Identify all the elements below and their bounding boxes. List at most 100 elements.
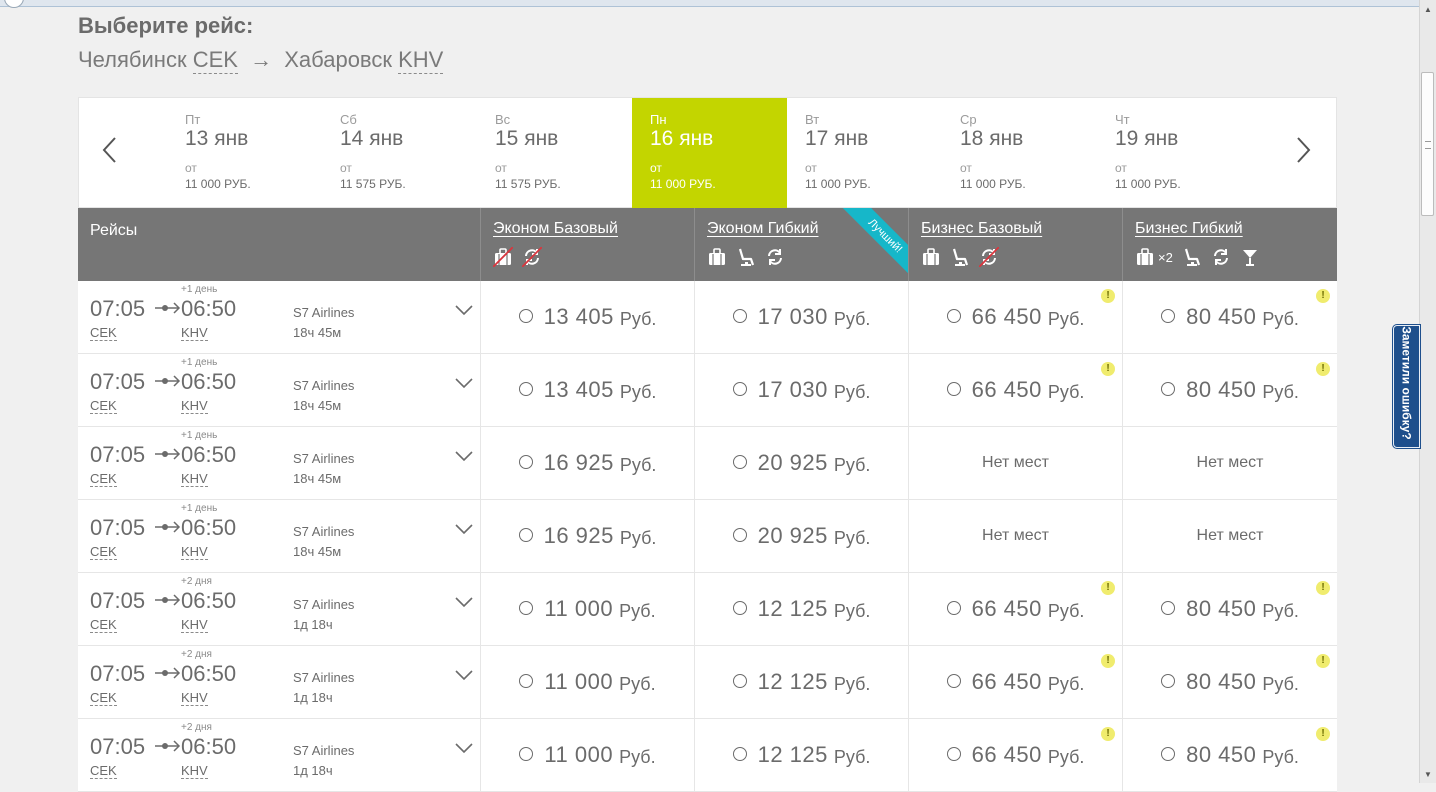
expand-details-button[interactable] [455,449,473,467]
fare-name-link[interactable]: Бизнес Базовый [921,220,1122,238]
fare-radio[interactable] [518,455,533,469]
arrival-airport-code[interactable]: KHV [181,399,208,414]
warning-icon[interactable]: ! [1101,654,1115,668]
fare-price-option[interactable]: 17 030 Руб. [694,354,908,426]
fare-price-option[interactable]: 20 925 Руб. [694,427,908,499]
fare-price-option[interactable]: 66 450 Руб.! [908,354,1122,426]
date-option[interactable]: Чт 19 янв от 11 000 РУБ. [1097,98,1252,208]
fare-price-option[interactable]: 12 125 Руб. [694,719,908,791]
fare-price-option[interactable]: 11 000 Руб. [480,573,694,645]
fare-radio[interactable] [518,528,533,542]
warning-icon[interactable]: ! [1316,654,1330,668]
fare-radio[interactable] [519,747,534,761]
date-option[interactable]: Ср 18 янв от 11 000 РУБ. [942,98,1097,208]
departure-airport-code[interactable]: CEK [90,691,117,706]
fare-radio[interactable] [518,309,533,323]
fare-price-option[interactable]: 66 450 Руб.! [908,719,1122,791]
date-min-price: 11 000 РУБ. [650,177,716,191]
scroll-up-icon[interactable]: ▲ [1420,2,1436,18]
fare-radio[interactable] [732,747,747,761]
arrival-airport-code[interactable]: KHV [181,326,208,341]
expand-details-button[interactable] [455,522,473,540]
fare-radio[interactable] [1161,674,1176,688]
departure-airport-code[interactable]: CEK [90,472,117,487]
expand-details-button[interactable] [455,303,473,321]
fare-radio[interactable] [1161,601,1176,615]
fare-radio[interactable] [518,382,533,396]
fare-radio[interactable] [1161,382,1176,396]
fare-price-option[interactable]: 80 450 Руб.! [1122,646,1337,718]
fare-radio[interactable] [732,455,747,469]
fare-price-option[interactable]: 80 450 Руб.! [1122,281,1337,353]
fare-price-option[interactable]: 16 925 Руб. [480,500,694,572]
fare-radio[interactable] [1161,309,1176,323]
departure-airport-code[interactable]: CEK [90,326,117,341]
scrollbar-thumb[interactable] [1421,72,1434,216]
fare-radio[interactable] [732,382,747,396]
arrival-airport-code[interactable]: KHV [181,618,208,633]
arrival-airport-code[interactable]: KHV [181,545,208,560]
date-option[interactable]: Пт 13 янв от 11 000 РУБ. [167,98,322,208]
fare-price-option[interactable]: 66 450 Руб.! [908,646,1122,718]
date-option[interactable]: Вт 17 янв от 11 000 РУБ. [787,98,942,208]
departure-airport-code[interactable]: CEK [90,399,117,414]
fare-radio[interactable] [1161,747,1176,761]
expand-details-button[interactable] [455,595,473,613]
warning-icon[interactable]: ! [1316,362,1330,376]
date-option[interactable]: Вс 15 янв от 11 575 РУБ. [477,98,632,208]
fare-price-option[interactable]: 11 000 Руб. [480,719,694,791]
fare-radio[interactable] [519,674,534,688]
warning-icon[interactable]: ! [1101,581,1115,595]
warning-icon[interactable]: ! [1316,727,1330,741]
date-option[interactable]: Пн 16 янв от 11 000 РУБ. [632,98,787,208]
fare-radio[interactable] [519,601,534,615]
fare-radio[interactable] [946,382,961,396]
warning-icon[interactable]: ! [1101,289,1115,303]
fare-radio[interactable] [732,528,747,542]
warning-icon[interactable]: ! [1101,362,1115,376]
date-option[interactable]: Сб 14 янв от 11 575 РУБ. [322,98,477,208]
fare-radio[interactable] [732,601,747,615]
expand-details-button[interactable] [455,376,473,394]
fare-price-option[interactable]: 66 450 Руб.! [908,281,1122,353]
warning-icon[interactable]: ! [1101,727,1115,741]
warning-icon[interactable]: ! [1316,289,1330,303]
route-from-code[interactable]: CEK [192,47,238,74]
scroll-down-icon[interactable]: ▼ [1420,767,1436,783]
warning-icon[interactable]: ! [1316,581,1330,595]
fare-radio[interactable] [946,674,961,688]
fare-price-option[interactable]: 17 030 Руб. [694,281,908,353]
expand-details-button[interactable] [455,741,473,759]
fare-radio[interactable] [946,309,961,323]
fare-price-option[interactable]: 80 450 Руб.! [1122,354,1337,426]
prev-dates-button[interactable] [101,136,121,166]
fare-price-option[interactable]: 13 405 Руб. [480,354,694,426]
fare-radio[interactable] [732,674,747,688]
fare-radio[interactable] [732,309,747,323]
departure-airport-code[interactable]: CEK [90,545,117,560]
fare-price-option[interactable]: 66 450 Руб.! [908,573,1122,645]
next-dates-button[interactable] [1296,136,1316,166]
fare-price-option[interactable]: 12 125 Руб. [694,573,908,645]
fare-price-option[interactable]: 80 450 Руб.! [1122,719,1337,791]
fare-name-link[interactable]: Бизнес Гибкий [1135,220,1337,238]
scrollbar[interactable]: ▲ ▼ [1419,0,1436,783]
fare-price-option[interactable]: 11 000 Руб. [480,646,694,718]
fare-price-option[interactable]: 80 450 Руб.! [1122,573,1337,645]
arrival-airport-code[interactable]: KHV [181,472,208,487]
departure-airport-code[interactable]: CEK [90,618,117,633]
route-to-code[interactable]: KHV [398,47,444,74]
arrival-airport-code[interactable]: KHV [181,764,208,779]
departure-airport-code[interactable]: CEK [90,764,117,779]
expand-details-button[interactable] [455,668,473,686]
feedback-tab-button[interactable]: Заметили ошибку? [1393,325,1420,448]
fare-price-option[interactable]: 16 925 Руб. [480,427,694,499]
fare-price-option[interactable]: 13 405 Руб. [480,281,694,353]
arrival-airport-code[interactable]: KHV [181,691,208,706]
fare-price-option[interactable]: 20 925 Руб. [694,500,908,572]
fare-name-link[interactable]: Эконом Базовый [493,220,694,238]
fare-price-option[interactable]: 12 125 Руб. [694,646,908,718]
browser-button[interactable] [4,0,24,8]
fare-radio[interactable] [946,601,961,615]
fare-radio[interactable] [946,747,961,761]
